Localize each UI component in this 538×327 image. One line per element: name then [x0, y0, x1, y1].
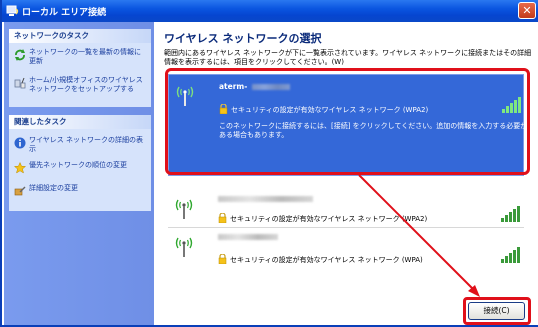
network-connection-icon	[6, 4, 20, 18]
setup-wizard-icon	[14, 77, 26, 89]
wireless-antenna-icon	[174, 234, 194, 258]
lock-icon	[218, 253, 227, 265]
advanced-settings-label: 詳細設定の変更	[29, 184, 78, 192]
instructions-text: 範囲内にあるワイヤレス ネットワークが下に一覧表示されています。ワイヤレス ネッ…	[164, 49, 532, 66]
network-item[interactable]: セキュリティの設定が有効なワイヤレス ネットワーク (WPA2)	[168, 192, 524, 226]
close-button[interactable]: ✕	[518, 2, 536, 19]
star-icon	[13, 161, 27, 174]
close-icon: ✕	[522, 4, 532, 17]
info-icon	[14, 137, 26, 149]
refresh-network-list-link[interactable]: ネットワークの一覧を最新の情報に更新	[12, 47, 148, 71]
refresh-network-list-label: ネットワークの一覧を最新の情報に更新	[29, 48, 141, 65]
lock-icon	[218, 212, 227, 224]
network-item[interactable]: セキュリティの設定が有効なワイヤレス ネットワーク (WPA)	[168, 230, 524, 266]
wireless-details-label: ワイヤレス ネットワークの詳細の表示	[29, 136, 144, 153]
network-divider	[168, 227, 524, 228]
window-title: ローカル エリア接続	[22, 8, 107, 18]
connect-button[interactable]: 接続(C)	[468, 302, 525, 320]
related-tasks-header: 関連したタスク	[9, 115, 151, 129]
network-tasks-header: ネットワークのタスク	[9, 29, 151, 43]
selected-network-highlight	[165, 68, 530, 175]
title-bar[interactable]: ローカル エリア接続 ✕	[2, 0, 538, 22]
network-security: セキュリティの設定が有効なワイヤレス ネットワーク (WPA)	[230, 256, 423, 264]
wireless-antenna-icon	[174, 196, 194, 220]
signal-strength-icon	[500, 206, 522, 222]
related-tasks-panel: 関連したタスク ワイヤレス ネットワークの詳細の表示 優先ネットワークの順位の変…	[9, 115, 151, 211]
signal-strength-icon	[500, 247, 522, 263]
settings-icon	[14, 185, 26, 197]
preferred-network-order-link[interactable]: 優先ネットワークの順位の変更	[12, 160, 148, 184]
preferred-network-order-label: 優先ネットワークの順位の変更	[29, 161, 127, 169]
network-tasks-panel: ネットワークのタスク ネットワークの一覧を最新の情報に更新 ホーム/小規模オフィ…	[9, 29, 151, 107]
dialog-window: ローカル エリア接続 ✕ ネットワークのタスク ネットワークの一覧を最新の情報に…	[0, 0, 538, 327]
setup-wireless-network-link[interactable]: ホーム/小規模オフィスのワイヤレス ネットワークをセットアップする	[12, 75, 148, 99]
page-title: ワイヤレス ネットワークの選択	[164, 32, 322, 45]
network-security: セキュリティの設定が有効なワイヤレス ネットワーク (WPA2)	[230, 215, 428, 223]
setup-wireless-network-label: ホーム/小規模オフィスのワイヤレス ネットワークをセットアップする	[29, 76, 143, 93]
advanced-settings-link[interactable]: 詳細設定の変更	[12, 183, 148, 207]
task-sidebar: ネットワークのタスク ネットワークの一覧を最新の情報に更新 ホーム/小規模オフィ…	[4, 22, 154, 325]
refresh-icon	[14, 49, 26, 61]
ssid-redaction	[218, 234, 278, 240]
ssid-redaction	[218, 196, 313, 202]
wireless-details-link[interactable]: ワイヤレス ネットワークの詳細の表示	[12, 135, 148, 159]
